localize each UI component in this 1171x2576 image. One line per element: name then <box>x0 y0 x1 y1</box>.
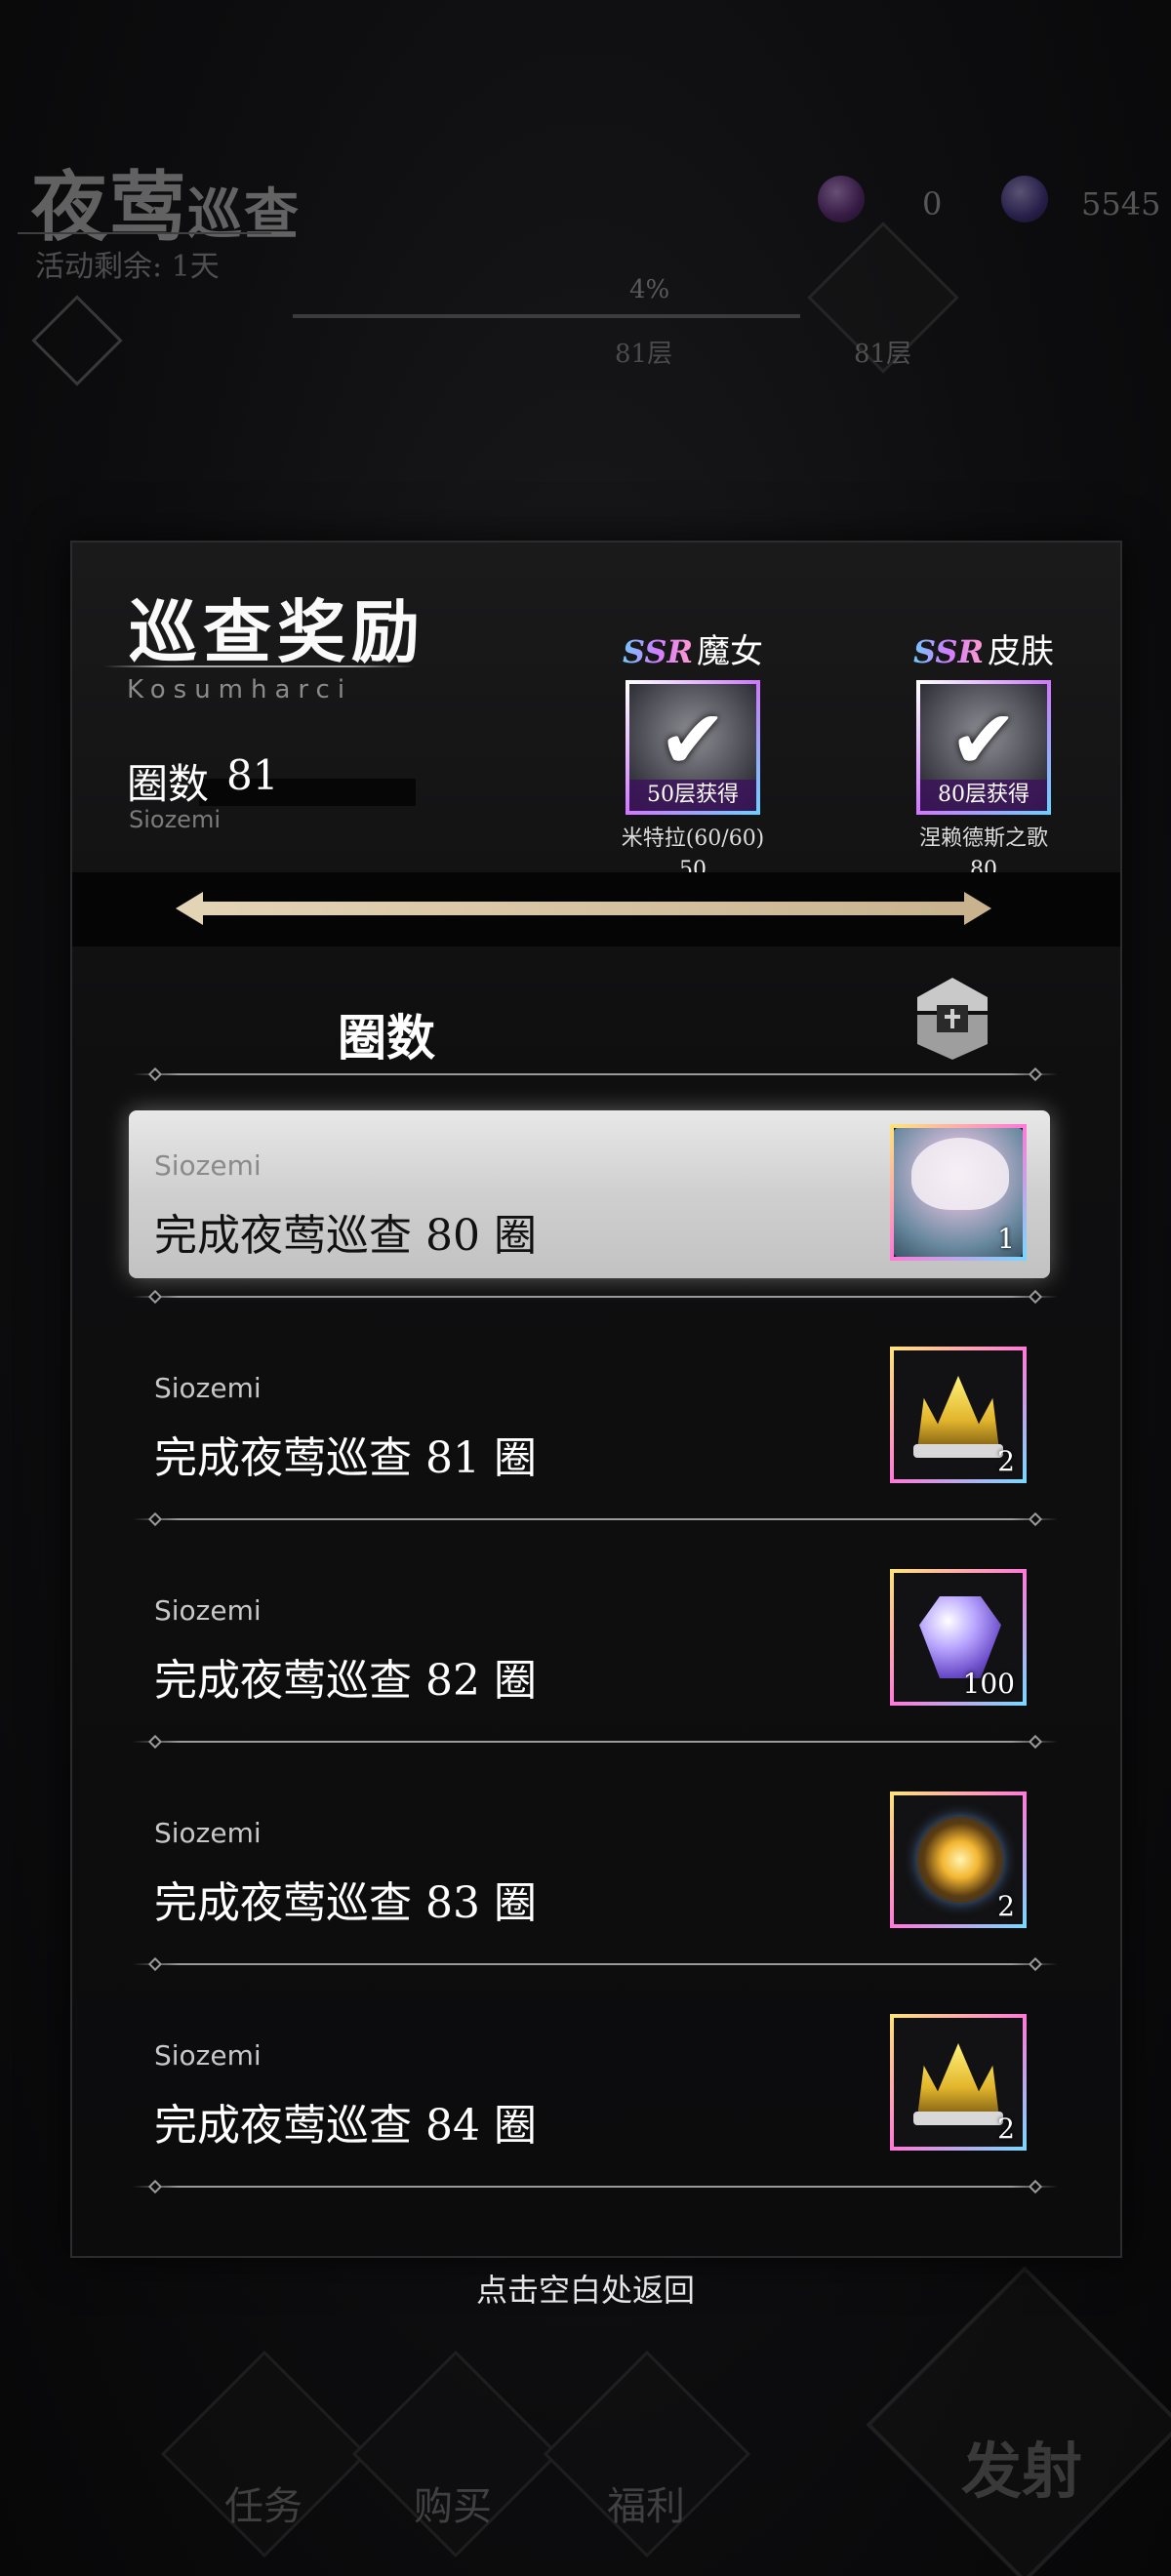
purple-gem-currency-icon[interactable] <box>818 176 865 222</box>
task-subtitle: Siozemi <box>154 1149 262 1182</box>
task-text: 完成夜莺巡查 83 圈 <box>154 1878 537 1928</box>
task-subtitle: Siozemi <box>154 1372 262 1404</box>
milestone-status: 80层获得 <box>920 780 1047 811</box>
laps-column-header: 圈数 <box>338 1009 435 1067</box>
task-text: 完成夜莺巡查 81 圈 <box>154 1433 537 1483</box>
reward-quantity: 2 <box>997 2113 1015 2145</box>
reward-quantity: 1 <box>997 1223 1015 1255</box>
event-title-main: 夜莺 <box>31 163 188 252</box>
reward-quantity: 100 <box>962 1668 1015 1700</box>
floor-progress-label: 81层 <box>615 340 673 369</box>
laps-label: 圈数 <box>127 760 210 808</box>
crown-base <box>913 1444 1003 1458</box>
row-divider <box>133 1956 1058 1972</box>
nav-tasks-label: 任务 <box>224 2484 303 2529</box>
orb-icon <box>917 1817 1003 1903</box>
laps-subtitle: Siozemi <box>129 806 221 833</box>
task-subtitle: Siozemi <box>154 1594 262 1627</box>
title-underline <box>18 232 271 234</box>
milestone-track[interactable] <box>72 872 1120 946</box>
chest-icon[interactable] <box>908 968 997 1064</box>
currency-1-amount: 0 <box>922 185 943 222</box>
milestone-header: SSR 魔女 <box>615 624 771 672</box>
floor-progress-percent: 4% <box>629 275 670 304</box>
patrol-reward-panel: 巡查奖励 Kosumharci 圈数 81 Siozemi SSR 魔女 ✔ 50… <box>70 541 1122 2258</box>
reward-slot[interactable]: 2 <box>890 1347 1027 1483</box>
milestone-type: 魔女 <box>697 632 764 671</box>
track-right-arrow-icon <box>964 892 991 925</box>
reward-slot[interactable]: 1 <box>890 1124 1027 1261</box>
task-text: 完成夜莺巡查 82 圈 <box>154 1656 537 1706</box>
reward-slot[interactable]: 2 <box>890 1791 1027 1928</box>
crown-icon <box>917 2043 999 2117</box>
claimed-check-icon: ✔ <box>658 692 728 787</box>
milestone-name: 米特拉(60/60) <box>621 826 765 851</box>
nav-shop-label: 购买 <box>414 2484 492 2529</box>
task-text: 完成夜莺巡查 80 圈 <box>154 1211 537 1261</box>
laps-value: 81 <box>226 751 279 799</box>
reward-quantity: 2 <box>997 1445 1015 1477</box>
milestone-reward-card[interactable]: ✔ 80层获得 <box>916 680 1051 815</box>
event-title: 夜莺巡查 <box>31 146 301 256</box>
row-divider <box>133 1511 1058 1527</box>
crystal-currency-icon[interactable] <box>1001 176 1048 222</box>
task-subtitle: Siozemi <box>154 1817 262 1849</box>
milestone-status: 50层获得 <box>629 780 756 811</box>
milestone-skin[interactable]: SSR 皮肤 ✔ 80层获得 涅赖德斯之歌 80 <box>906 624 1062 894</box>
milestone-header: SSR 皮肤 <box>906 624 1062 672</box>
row-divider <box>133 1289 1058 1305</box>
event-title-small: 巡查 <box>187 182 302 247</box>
reward-quantity: 2 <box>997 1890 1015 1922</box>
row-divider <box>133 2179 1058 2194</box>
ssr-badge: SSR <box>912 633 985 670</box>
milestone-type: 皮肤 <box>988 632 1055 671</box>
reward-slot[interactable]: 2 <box>890 2014 1027 2151</box>
milestone-witch[interactable]: SSR 魔女 ✔ 50层获得 米特拉(60/60) 50 <box>615 624 771 894</box>
task-row[interactable]: Siozemi 完成夜莺巡查 84 圈 2 <box>129 2000 1050 2168</box>
milestone-reward-card[interactable]: ✔ 50层获得 <box>626 680 760 815</box>
panel-title-underline <box>103 665 414 667</box>
panel-subtitle: Kosumharci <box>127 675 353 704</box>
reward-slot[interactable]: 100 <box>890 1569 1027 1706</box>
task-row[interactable]: Siozemi 完成夜莺巡查 83 圈 2 <box>129 1778 1050 1946</box>
fire-label: 发射 <box>961 2435 1083 2507</box>
event-remaining-time: 活动剩余: 1天 <box>35 250 220 284</box>
header-divider <box>133 1067 1058 1082</box>
claimed-check-icon: ✔ <box>949 692 1019 787</box>
portrait-hair <box>911 1138 1009 1210</box>
gem-icon <box>919 1596 1001 1678</box>
task-text: 完成夜莺巡查 84 圈 <box>154 2101 537 2151</box>
task-row[interactable]: Siozemi 完成夜莺巡查 80 圈 1 <box>129 1110 1050 1278</box>
task-row[interactable]: Siozemi 完成夜莺巡查 82 圈 100 <box>129 1555 1050 1723</box>
panel-title: 巡查奖励 <box>129 591 425 672</box>
task-row[interactable]: Siozemi 完成夜莺巡查 81 圈 2 <box>129 1333 1050 1501</box>
back-icon[interactable] <box>31 295 123 386</box>
nav-welfare-label: 福利 <box>607 2484 685 2529</box>
milestone-name: 涅赖德斯之歌 <box>918 826 1048 851</box>
crown-base <box>913 2112 1003 2125</box>
currency-2-amount: 5545 <box>1081 185 1161 222</box>
crown-floor-label: 81层 <box>854 340 912 369</box>
ssr-badge: SSR <box>622 633 694 670</box>
floor-progress-bar <box>293 314 800 318</box>
row-divider <box>133 1734 1058 1750</box>
task-subtitle: Siozemi <box>154 2039 262 2072</box>
track-bar <box>197 902 968 915</box>
crown-icon <box>917 1376 999 1450</box>
tap-to-return-hint[interactable]: 点击空白处返回 <box>0 2266 1171 2311</box>
